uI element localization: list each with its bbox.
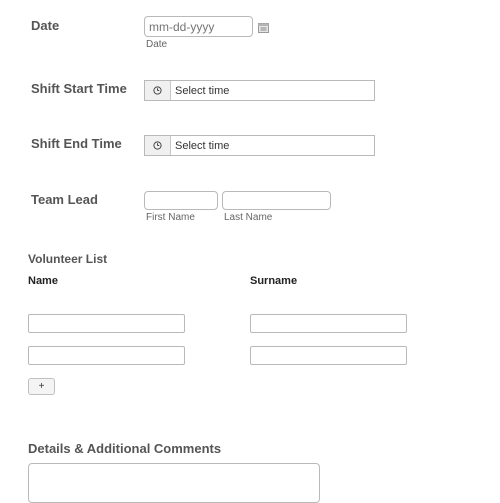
date-input[interactable] [144, 16, 253, 37]
details-textarea[interactable] [28, 463, 320, 503]
date-sublabel: Date [146, 39, 168, 50]
add-row-button[interactable]: + [28, 378, 55, 395]
last-name-sublabel: Last Name [224, 212, 273, 223]
team-lead-label: Team Lead [31, 192, 98, 207]
volunteer-list-title: Volunteer List [28, 252, 108, 266]
shift-start-label: Shift Start Time [31, 81, 127, 96]
volunteer-name-input[interactable] [28, 314, 185, 333]
shift-start-placeholder: Select time [175, 84, 230, 97]
first-name-sublabel: First Name [146, 212, 195, 223]
clock-icon[interactable] [145, 81, 171, 100]
date-label: Date [31, 18, 60, 33]
shift-start-time-field[interactable]: Select time [144, 80, 375, 101]
shift-end-time-field[interactable]: Select time [144, 135, 375, 156]
column-header-name: Name [28, 275, 58, 287]
team-lead-first-name-input[interactable] [144, 191, 218, 210]
shift-end-label: Shift End Time [31, 136, 122, 151]
volunteer-surname-input[interactable] [250, 314, 407, 333]
shift-end-placeholder: Select time [175, 139, 230, 152]
team-lead-last-name-input[interactable] [222, 191, 331, 210]
volunteer-name-input[interactable] [28, 346, 185, 365]
calendar-icon[interactable] [258, 20, 269, 33]
clock-icon[interactable] [145, 136, 171, 155]
details-label: Details & Additional Comments [28, 441, 222, 456]
volunteer-surname-input[interactable] [250, 346, 407, 365]
column-header-surname: Surname [250, 275, 298, 287]
